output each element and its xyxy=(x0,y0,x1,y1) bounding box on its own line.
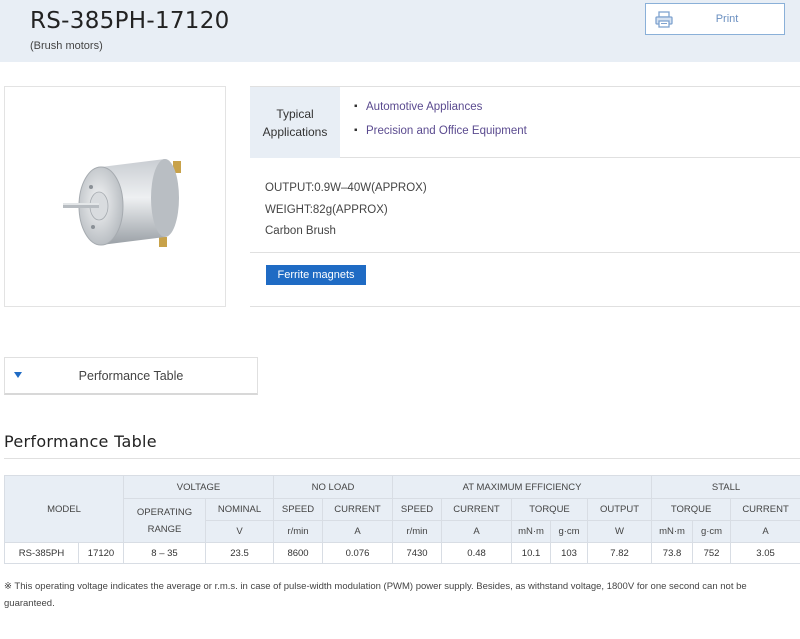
unit-nominal: V xyxy=(205,520,275,543)
header-me-output: OUTPUT xyxy=(587,498,653,521)
bullet-icon: ▪ xyxy=(354,125,358,136)
header-operating-range: OPERATING RANGE xyxy=(123,498,207,543)
print-button[interactable]: Print xyxy=(645,3,785,35)
header-me-speed: SPEED xyxy=(392,498,443,521)
unit-st-torque-mnm: mN·m xyxy=(651,520,694,543)
cell-nl-speed: 8600 xyxy=(273,542,324,564)
header-nominal: NOMINAL xyxy=(205,498,275,521)
header-max-efficiency: AT MAXIMUM EFFICIENCY xyxy=(392,475,653,499)
footnote: ※ This operating voltage indicates the a… xyxy=(4,581,747,609)
table-header-row: MODEL VOLTAGE NO LOAD AT MAXIMUM EFFICIE… xyxy=(3,475,800,543)
header-model: MODEL xyxy=(3,475,125,543)
header-me-current: CURRENT xyxy=(441,498,513,521)
divider xyxy=(250,252,800,253)
spec-list: OUTPUT:0.9W–40W(APPROX) WEIGHT:82g(APPRO… xyxy=(265,178,427,243)
cell-st-torque-gcm: 752 xyxy=(692,542,732,564)
cell-st-current: 3.05 xyxy=(730,542,800,564)
unit-me-torque-mnm: mN·m xyxy=(511,520,552,543)
cell-me-speed: 7430 xyxy=(392,542,443,564)
cell-nominal: 23.5 xyxy=(205,542,275,564)
unit-me-output: W xyxy=(587,520,653,543)
applications-label-line1: Typical xyxy=(276,106,314,121)
page-subtitle: (Brush motors) xyxy=(30,40,103,52)
typical-applications: Typical Applications ▪ Automotive Applian… xyxy=(250,86,800,158)
unit-nl-current: A xyxy=(322,520,394,543)
spec-brush: Carbon Brush xyxy=(265,225,336,237)
applications-label: Typical Applications xyxy=(250,87,340,158)
page-title: RS-385PH-17120 xyxy=(30,8,230,34)
section-title: Performance Table xyxy=(4,432,157,451)
unit-nl-speed: r/min xyxy=(273,520,324,543)
header-operating-range-line1: OPERATING xyxy=(136,506,193,518)
section-divider xyxy=(4,458,800,459)
cell-model: RS-385PH xyxy=(4,542,79,564)
header-no-load: NO LOAD xyxy=(273,475,394,499)
unit-me-torque-gcm: g·cm xyxy=(550,520,589,543)
performance-table: MODEL VOLTAGE NO LOAD AT MAXIMUM EFFICIE… xyxy=(3,475,800,564)
cell-st-torque-mnm: 73.8 xyxy=(651,542,694,564)
header-nl-speed: SPEED xyxy=(273,498,324,521)
unit-st-current: A xyxy=(730,520,800,543)
header-stall: STALL xyxy=(651,475,800,499)
cell-nl-current: 0.076 xyxy=(322,542,394,564)
cell-me-torque-mnm: 10.1 xyxy=(511,542,552,564)
unit-st-torque-gcm: g·cm xyxy=(692,520,732,543)
application-link-automotive[interactable]: ▪ Automotive Appliances xyxy=(354,101,527,113)
header-me-torque: TORQUE xyxy=(511,498,589,521)
spec-weight: WEIGHT:82g(APPROX) xyxy=(265,203,388,216)
application-label: Automotive Appliances xyxy=(366,101,483,113)
performance-table-toggle-label: Performance Table xyxy=(78,369,184,383)
cell-me-torque-gcm: 103 xyxy=(550,542,589,564)
table-row: RS-385PH 17120 8 – 35 23.5 8600 0.076 74… xyxy=(4,542,800,564)
performance-table-toggle[interactable]: Performance Table xyxy=(4,357,258,395)
motor-photo xyxy=(63,159,181,247)
cell-me-current: 0.48 xyxy=(441,542,513,564)
header-st-torque: TORQUE xyxy=(651,498,732,521)
cell-operating-range: 8 – 35 xyxy=(123,542,207,564)
header-nl-current: CURRENT xyxy=(322,498,394,521)
unit-me-speed: r/min xyxy=(392,520,443,543)
header-operating-range-line2: RANGE xyxy=(147,523,182,535)
cell-variant: 17120 xyxy=(77,542,125,564)
header-st-current: CURRENT xyxy=(730,498,800,521)
page-header: RS-385PH-17120 (Brush motors) Print xyxy=(0,0,800,62)
bullet-icon: ▪ xyxy=(354,101,358,112)
header-voltage: VOLTAGE xyxy=(123,475,275,499)
product-image xyxy=(4,86,226,307)
table-header-row: OPERATING RANGE NOMINAL SPEED CURRENT SPE… xyxy=(5,498,800,543)
divider xyxy=(250,306,800,307)
application-link-precision[interactable]: ▪ Precision and Office Equipment xyxy=(354,125,527,137)
applications-list: ▪ Automotive Appliances ▪ Precision and Of… xyxy=(354,101,527,149)
spec-output: OUTPUT:0.9W–40W(APPROX) xyxy=(265,182,427,194)
magnet-type-badge: Ferrite magnets xyxy=(266,265,366,285)
application-label: Precision and Office Equipment xyxy=(366,125,527,137)
cell-me-output: 7.82 xyxy=(587,542,653,564)
print-button-label: Print xyxy=(715,13,739,25)
applications-label-line2: Applications xyxy=(262,124,328,139)
unit-me-current: A xyxy=(441,520,513,543)
